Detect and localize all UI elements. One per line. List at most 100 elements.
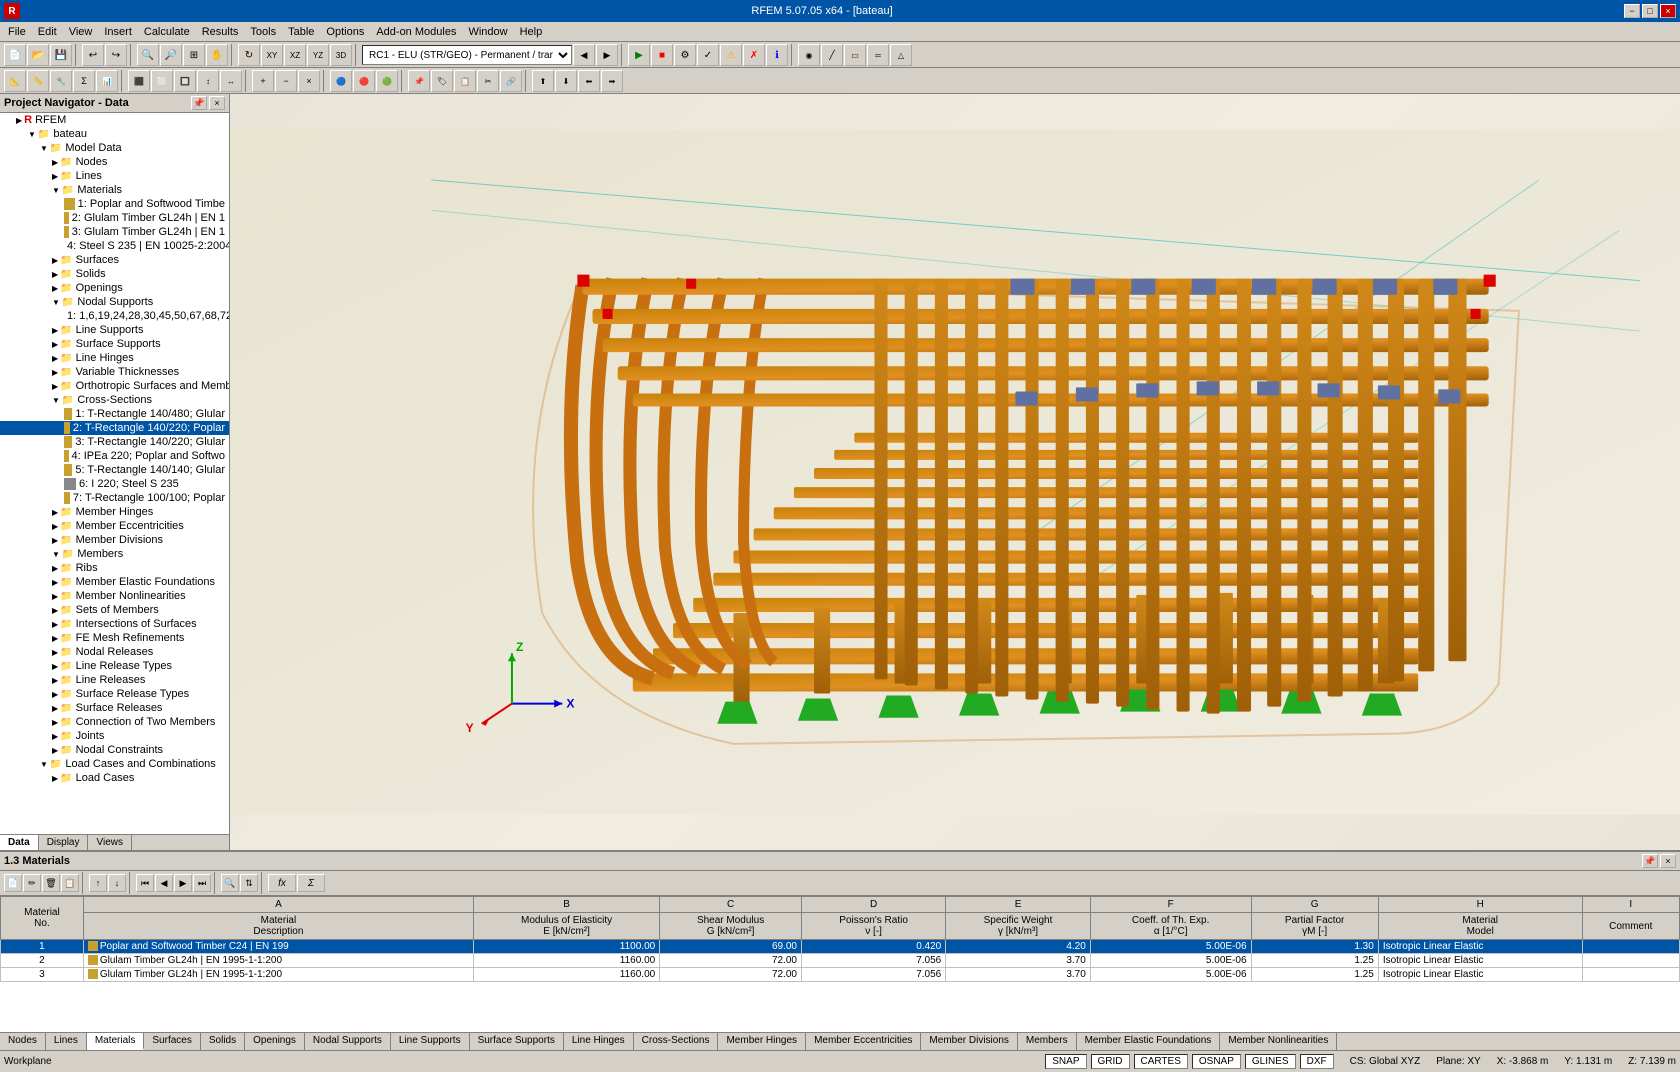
- tb-warn[interactable]: ⚠: [720, 44, 742, 66]
- tb-surface[interactable]: ▭: [844, 44, 866, 66]
- ptb-fx[interactable]: fx: [268, 874, 296, 892]
- nav-pin[interactable]: 📌: [191, 96, 207, 110]
- tb-zoom-all[interactable]: ⊞: [183, 44, 205, 66]
- tree-member-hinges[interactable]: ▶ 📁 Member Hinges: [0, 505, 229, 519]
- tree-line-hinges[interactable]: ▶ 📁 Line Hinges: [0, 351, 229, 365]
- menu-insert[interactable]: Insert: [98, 24, 138, 40]
- menu-help[interactable]: Help: [514, 24, 549, 40]
- btm-tab-member-divisions[interactable]: Member Divisions: [921, 1033, 1017, 1050]
- tb-member[interactable]: ═: [867, 44, 889, 66]
- nav-close[interactable]: ×: [209, 96, 225, 110]
- btm-tab-cross-sections[interactable]: Cross-Sections: [634, 1033, 719, 1050]
- tree-cross-sections[interactable]: ▼ 📁 Cross-Sections: [0, 393, 229, 407]
- tree-line-release-types[interactable]: ▶ 📁 Line Release Types: [0, 659, 229, 673]
- ptb-copy[interactable]: 📋: [61, 874, 79, 892]
- tree-member-divisions[interactable]: ▶ 📁 Member Divisions: [0, 533, 229, 547]
- tb2-2[interactable]: 📏: [27, 70, 49, 92]
- menu-file[interactable]: File: [2, 24, 32, 40]
- tb-zoom-out[interactable]: 🔎: [160, 44, 182, 66]
- close-button[interactable]: ×: [1660, 4, 1676, 18]
- ptb-new[interactable]: 📄: [4, 874, 22, 892]
- tb2-1[interactable]: 📐: [4, 70, 26, 92]
- tb2-18[interactable]: 🏷: [431, 70, 453, 92]
- btm-tab-members[interactable]: Members: [1018, 1033, 1077, 1050]
- tree-mat-2[interactable]: 2: Glulam Timber GL24h | EN 1: [0, 211, 229, 225]
- tb-line[interactable]: ╱: [821, 44, 843, 66]
- menu-calculate[interactable]: Calculate: [138, 24, 196, 40]
- tree-solids[interactable]: ▶ 📁 Solids: [0, 267, 229, 281]
- rc-combo[interactable]: RC1 - ELU (STR/GEO) - Permanent / trar: [362, 45, 572, 65]
- nav-tab-display[interactable]: Display: [39, 835, 89, 850]
- tree-materials[interactable]: ▼ 📁 Materials: [0, 183, 229, 197]
- tb2-5[interactable]: 📊: [96, 70, 118, 92]
- tb-view-yz[interactable]: YZ: [307, 44, 329, 66]
- tree-nodes[interactable]: ▶ 📁 Nodes: [0, 155, 229, 169]
- title-bar-controls[interactable]: − □ ×: [1624, 4, 1676, 18]
- table-row[interactable]: 1 Poplar and Softwood Timber C24 | EN 19…: [1, 940, 1680, 954]
- ptb-sum[interactable]: Σ: [297, 874, 325, 892]
- tb-zoom-in[interactable]: 🔍: [137, 44, 159, 66]
- minimize-button[interactable]: −: [1624, 4, 1640, 18]
- tree-cs-1[interactable]: 1: T-Rectangle 140/480; Glular: [0, 407, 229, 421]
- menu-window[interactable]: Window: [462, 24, 513, 40]
- tree-surface-release-types[interactable]: ▶ 📁 Surface Release Types: [0, 687, 229, 701]
- tree-ortho[interactable]: ▶ 📁 Orthotropic Surfaces and Membra: [0, 379, 229, 393]
- tree-connection-two[interactable]: ▶ 📁 Connection of Two Members: [0, 715, 229, 729]
- btm-tab-line-hinges[interactable]: Line Hinges: [564, 1033, 634, 1050]
- tb-settings[interactable]: ⚙: [674, 44, 696, 66]
- tree-cs-3[interactable]: 3: T-Rectangle 140/220; Glular: [0, 435, 229, 449]
- tree-sets-members[interactable]: ▶ 📁 Sets of Members: [0, 603, 229, 617]
- tb-3d[interactable]: 3D: [330, 44, 352, 66]
- tree-member-elastic[interactable]: ▶ 📁 Member Elastic Foundations: [0, 575, 229, 589]
- btm-tab-lines[interactable]: Lines: [46, 1033, 87, 1050]
- btm-tab-nodal-supports[interactable]: Nodal Supports: [305, 1033, 391, 1050]
- tb-support[interactable]: △: [890, 44, 912, 66]
- tb-cross[interactable]: ✗: [743, 44, 765, 66]
- tree-member-nonlin[interactable]: ▶ 📁 Member Nonlinearities: [0, 589, 229, 603]
- tb2-22[interactable]: ⬆: [532, 70, 554, 92]
- tb2-19[interactable]: 📋: [454, 70, 476, 92]
- ptb-delete[interactable]: 🗑: [42, 874, 60, 892]
- tb2-21[interactable]: 🔗: [500, 70, 522, 92]
- tree-model-data[interactable]: ▼ 📁 Model Data: [0, 141, 229, 155]
- tb2-7[interactable]: ⬜: [151, 70, 173, 92]
- dxf-button[interactable]: DXF: [1300, 1054, 1334, 1069]
- tree-members[interactable]: ▼ 📁 Members: [0, 547, 229, 561]
- tb2-12[interactable]: −: [275, 70, 297, 92]
- btm-tab-surfaces[interactable]: Surfaces: [144, 1033, 200, 1050]
- tree-fe-mesh[interactable]: ▶ 📁 FE Mesh Refinements: [0, 631, 229, 645]
- tree-nodal-support-1[interactable]: 1: 1,6,19,24,28,30,45,50,67,68,72: [0, 309, 229, 323]
- tb-undo[interactable]: ↩: [82, 44, 104, 66]
- ptb-down[interactable]: ↓: [108, 874, 126, 892]
- menu-options[interactable]: Options: [320, 24, 370, 40]
- tree-openings[interactable]: ▶ 📁 Openings: [0, 281, 229, 295]
- menu-edit[interactable]: Edit: [32, 24, 63, 40]
- tb-new[interactable]: 📄: [4, 44, 26, 66]
- ptb-first[interactable]: ⏮: [136, 874, 154, 892]
- ptb-up[interactable]: ↑: [89, 874, 107, 892]
- tree-ribs[interactable]: ▶ 📁 Ribs: [0, 561, 229, 575]
- tree-mat-4[interactable]: 4: Steel S 235 | EN 10025-2:2004: [0, 239, 229, 253]
- ptb-last[interactable]: ⏭: [193, 874, 211, 892]
- ptb-sort[interactable]: ⇅: [240, 874, 258, 892]
- osnap-button[interactable]: OSNAP: [1192, 1054, 1241, 1069]
- tree-rfem[interactable]: ▶ R RFEM: [0, 113, 229, 127]
- tree-lines[interactable]: ▶ 📁 Lines: [0, 169, 229, 183]
- tree-cs-7[interactable]: 7: T-Rectangle 100/100; Poplar: [0, 491, 229, 505]
- tb2-10[interactable]: ↔: [220, 70, 242, 92]
- tb-next[interactable]: ▶: [596, 44, 618, 66]
- tree-nodal-constraints[interactable]: ▶ 📁 Nodal Constraints: [0, 743, 229, 757]
- btm-tab-member-nonlin[interactable]: Member Nonlinearities: [1220, 1033, 1337, 1050]
- menu-table[interactable]: Table: [282, 24, 320, 40]
- cartes-button[interactable]: CARTES: [1134, 1054, 1188, 1069]
- tb-info[interactable]: ℹ: [766, 44, 788, 66]
- restore-button[interactable]: □: [1642, 4, 1658, 18]
- btm-tab-member-hinges[interactable]: Member Hinges: [718, 1033, 806, 1050]
- tb2-13[interactable]: ×: [298, 70, 320, 92]
- tb2-14[interactable]: 🔵: [330, 70, 352, 92]
- btm-tab-surface-supports[interactable]: Surface Supports: [470, 1033, 564, 1050]
- tree-load-cases-sub[interactable]: ▶ 📁 Load Cases: [0, 771, 229, 785]
- tb2-4[interactable]: Σ: [73, 70, 95, 92]
- tree-intersections[interactable]: ▶ 📁 Intersections of Surfaces: [0, 617, 229, 631]
- tb-run[interactable]: ▶: [628, 44, 650, 66]
